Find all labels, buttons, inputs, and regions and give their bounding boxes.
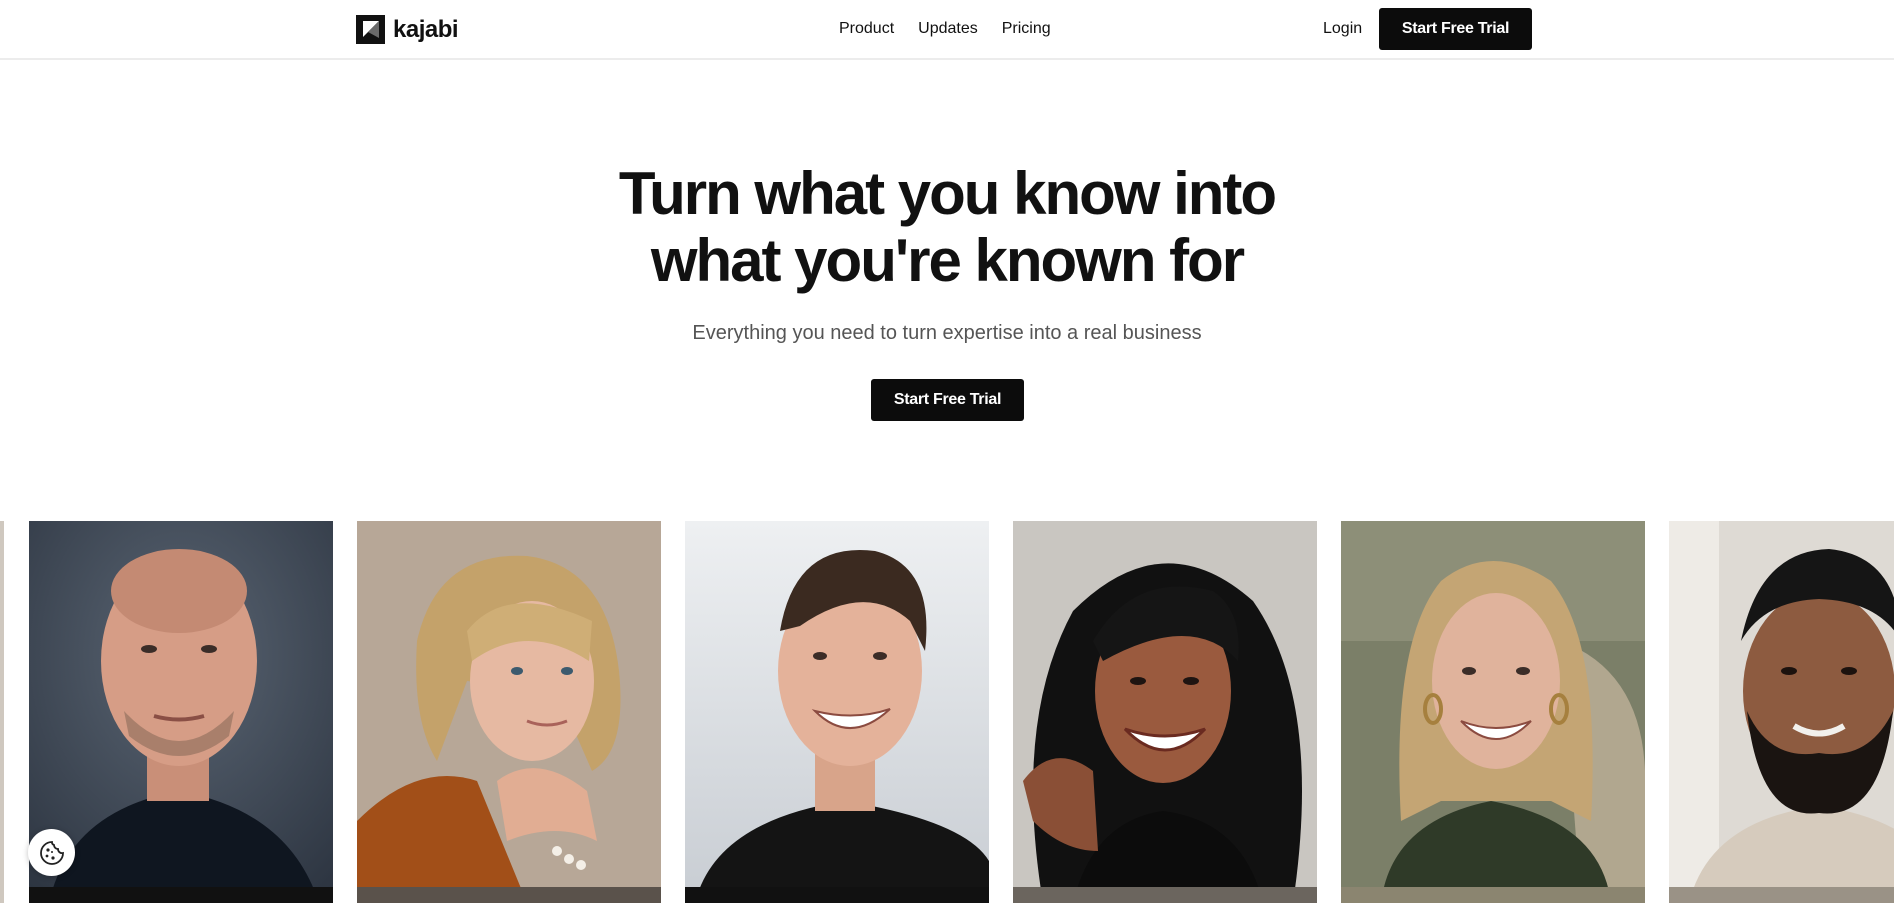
- nav-product[interactable]: Product: [839, 18, 894, 40]
- hero-title-line-1: Turn what you know into: [618, 160, 1277, 227]
- creator-photo-strip: [0, 521, 1894, 903]
- hero-title-line-2: what you're known for: [650, 227, 1245, 294]
- login-link[interactable]: Login: [1323, 18, 1362, 40]
- creator-photo-2: [357, 521, 661, 903]
- logo-mark-icon: [356, 14, 385, 44]
- cookie-icon: [39, 840, 64, 865]
- creator-photo-partial-left: [0, 521, 4, 903]
- creator-photo-1: [29, 521, 333, 903]
- hero-title: Turn what you know into what you're know…: [0, 160, 1894, 294]
- creator-photo-5: [1341, 521, 1645, 903]
- main-nav: Product Updates Pricing: [839, 18, 1051, 40]
- site-header: kajabi Product Updates Pricing Login Sta…: [0, 0, 1894, 60]
- start-free-trial-button-hero[interactable]: Start Free Trial: [871, 379, 1024, 421]
- nav-pricing[interactable]: Pricing: [1002, 18, 1051, 40]
- kajabi-logo[interactable]: kajabi: [356, 14, 459, 44]
- creator-photo-6: [1669, 521, 1894, 903]
- cookie-settings-button[interactable]: [28, 829, 75, 876]
- start-free-trial-button-header[interactable]: Start Free Trial: [1379, 8, 1532, 50]
- creator-photo-3: [685, 521, 989, 903]
- brand-name: kajabi: [393, 15, 459, 43]
- creator-photo-4: [1013, 521, 1317, 903]
- hero-subtitle: Everything you need to turn expertise in…: [692, 322, 1202, 344]
- nav-updates[interactable]: Updates: [918, 18, 978, 40]
